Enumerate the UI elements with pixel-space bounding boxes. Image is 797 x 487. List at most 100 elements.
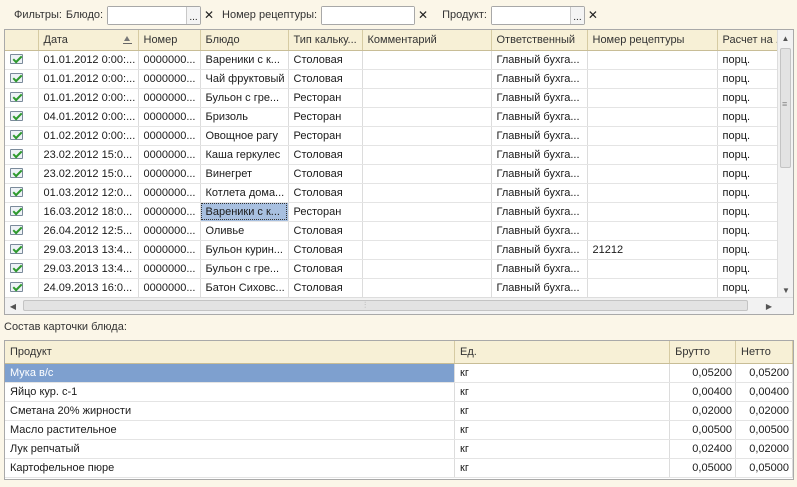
row-icon-cell[interactable]	[5, 221, 39, 241]
recipe-number-cell[interactable]	[587, 50, 718, 70]
dish-filter-input[interactable]	[108, 6, 187, 24]
gross-cell[interactable]: 0,00500	[669, 420, 737, 440]
recipe-number-cell[interactable]	[587, 183, 718, 203]
responsible-cell[interactable]: Главный бухга...	[491, 240, 588, 260]
comment-cell[interactable]	[362, 107, 492, 127]
unit-cell[interactable]: кг	[454, 420, 671, 440]
calc-type-cell[interactable]: Ресторан	[288, 107, 363, 127]
calc-per-cell[interactable]: порц.	[717, 126, 786, 146]
date-cell[interactable]: 01.01.2012 0:00:...	[38, 88, 139, 108]
number-cell[interactable]: 0000000...	[138, 164, 201, 184]
table-row[interactable]: 24.09.2013 16:0... 0000000... Батон Сиховс…	[5, 278, 786, 298]
product-choose-button[interactable]: ...	[569, 6, 584, 24]
number-cell[interactable]: 0000000...	[138, 69, 201, 89]
col-header-number[interactable]: Номер	[138, 30, 201, 51]
gross-cell[interactable]: 0,00400	[669, 382, 737, 402]
scroll-left-arrow-icon[interactable]: ◀	[5, 298, 21, 314]
table-row[interactable]: 29.03.2013 13:4... 0000000... Бульон с гре…	[5, 259, 786, 279]
responsible-cell[interactable]: Главный бухга...	[491, 126, 588, 146]
table-row[interactable]: 01.01.2012 0:00:... 0000000... Вареники с …	[5, 50, 786, 70]
calc-type-cell[interactable]: Столовая	[288, 259, 363, 279]
col-header-product[interactable]: Продукт	[5, 341, 456, 364]
table-row[interactable]: Мука в/с кг 0,05200 0,05200	[5, 363, 793, 383]
date-cell[interactable]: 04.01.2012 0:00:...	[38, 107, 139, 127]
number-cell[interactable]: 0000000...	[138, 278, 201, 298]
comment-cell[interactable]	[362, 278, 492, 298]
unit-cell[interactable]: кг	[454, 401, 671, 421]
responsible-cell[interactable]: Главный бухга...	[491, 164, 588, 184]
col-header-unit[interactable]: Ед.	[454, 341, 671, 364]
row-icon-cell[interactable]	[5, 164, 39, 184]
recipe-number-cell[interactable]	[587, 259, 718, 279]
calc-per-cell[interactable]: порц.	[717, 240, 786, 260]
comment-cell[interactable]	[362, 88, 492, 108]
calc-type-cell[interactable]: Ресторан	[288, 88, 363, 108]
row-icon-cell[interactable]	[5, 107, 39, 127]
table-row[interactable]: Лук репчатый кг 0,02400 0,02000	[5, 439, 793, 459]
table-row[interactable]: 01.03.2012 12:0... 0000000... Котлета дома…	[5, 183, 786, 203]
recipe-number-cell[interactable]	[587, 164, 718, 184]
dish-cell[interactable]: Батон Сиховс...	[200, 278, 289, 298]
gross-cell[interactable]: 0,02400	[669, 439, 737, 459]
calc-per-cell[interactable]: порц.	[717, 88, 786, 108]
calc-type-cell[interactable]: Столовая	[288, 69, 363, 89]
col-header-comment[interactable]: Комментарий	[362, 30, 492, 51]
date-cell[interactable]: 01.02.2012 0:00:...	[38, 126, 139, 146]
product-cell[interactable]: Сметана 20% жирности	[5, 401, 456, 421]
comment-cell[interactable]	[362, 259, 492, 279]
dish-cell[interactable]: Винегрет	[200, 164, 289, 184]
recipe-number-filter-input[interactable]	[322, 6, 415, 24]
calc-type-cell[interactable]: Столовая	[288, 145, 363, 165]
product-cell[interactable]: Масло растительное	[5, 420, 456, 440]
calc-per-cell[interactable]: порц.	[717, 259, 786, 279]
dish-clear-button[interactable]: ✕	[202, 7, 216, 24]
date-cell[interactable]: 29.03.2013 13:4...	[38, 240, 139, 260]
calc-type-cell[interactable]: Столовая	[288, 240, 363, 260]
date-cell[interactable]: 23.02.2012 15:0...	[38, 164, 139, 184]
net-cell[interactable]: 0,02000	[735, 401, 793, 421]
date-cell[interactable]: 16.03.2012 18:0...	[38, 202, 139, 222]
product-clear-button[interactable]: ✕	[586, 7, 600, 24]
col-header-date[interactable]: Дата	[38, 30, 139, 51]
main-grid-horizontal-scrollbar[interactable]: ◀ ▶	[5, 297, 793, 314]
row-icon-cell[interactable]	[5, 69, 39, 89]
number-cell[interactable]: 0000000...	[138, 126, 201, 146]
col-header-icon[interactable]	[5, 30, 39, 51]
calc-type-cell[interactable]: Столовая	[288, 221, 363, 241]
responsible-cell[interactable]: Главный бухга...	[491, 183, 588, 203]
row-icon-cell[interactable]	[5, 259, 39, 279]
scroll-up-arrow-icon[interactable]: ▲	[778, 30, 793, 46]
row-icon-cell[interactable]	[5, 50, 39, 70]
recipe-number-cell[interactable]	[587, 278, 718, 298]
recipe-number-cell[interactable]: 21212	[587, 240, 718, 260]
recipe-number-clear-button[interactable]: ✕	[416, 7, 430, 24]
net-cell[interactable]: 0,05200	[735, 363, 793, 383]
responsible-cell[interactable]: Главный бухга...	[491, 278, 588, 298]
product-cell[interactable]: Яйцо кур. с-1	[5, 382, 456, 402]
responsible-cell[interactable]: Главный бухга...	[491, 107, 588, 127]
calc-type-cell[interactable]: Столовая	[288, 183, 363, 203]
gross-cell[interactable]: 0,05200	[669, 363, 737, 383]
recipe-number-cell[interactable]	[587, 107, 718, 127]
calc-type-cell[interactable]: Ресторан	[288, 126, 363, 146]
comment-cell[interactable]	[362, 240, 492, 260]
date-cell[interactable]: 01.03.2012 12:0...	[38, 183, 139, 203]
row-icon-cell[interactable]	[5, 240, 39, 260]
table-row[interactable]: 01.01.2012 0:00:... 0000000... Бульон с гр…	[5, 88, 786, 108]
calc-per-cell[interactable]: порц.	[717, 50, 786, 70]
dish-cell[interactable]: Бульон курин...	[200, 240, 289, 260]
col-header-calc-per[interactable]: Расчет на ...	[717, 30, 786, 51]
recipe-number-cell[interactable]	[587, 69, 718, 89]
scroll-down-arrow-icon[interactable]: ▼	[778, 282, 793, 298]
col-header-responsible[interactable]: Ответственный	[491, 30, 588, 51]
net-cell[interactable]: 0,00500	[735, 420, 793, 440]
calc-per-cell[interactable]: порц.	[717, 202, 786, 222]
responsible-cell[interactable]: Главный бухга...	[491, 145, 588, 165]
row-icon-cell[interactable]	[5, 183, 39, 203]
calc-per-cell[interactable]: порц.	[717, 164, 786, 184]
calc-type-cell[interactable]: Ресторан	[288, 202, 363, 222]
col-header-net[interactable]: Нетто	[735, 341, 793, 364]
dish-cell[interactable]: Вареники с к...	[200, 202, 289, 222]
net-cell[interactable]: 0,02000	[735, 439, 793, 459]
dish-cell[interactable]: Бризоль	[200, 107, 289, 127]
